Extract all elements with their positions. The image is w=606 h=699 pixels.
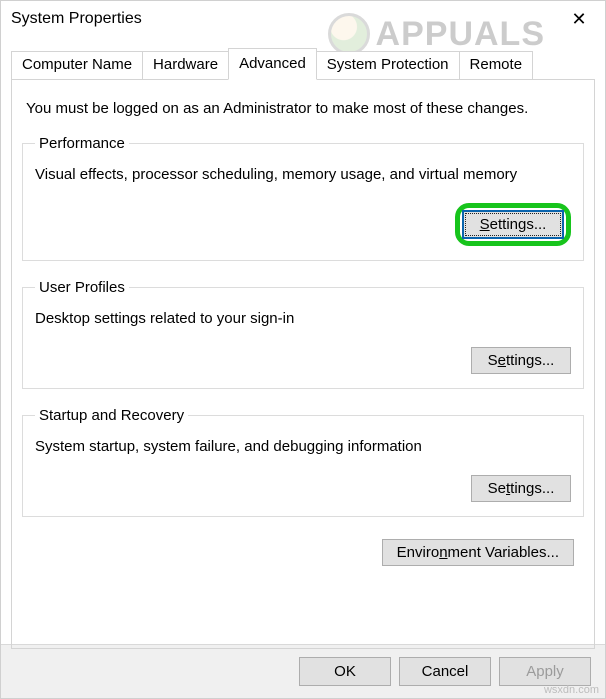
titlebar: System Properties ✕ [1,1,605,37]
tab-system-protection[interactable]: System Protection [316,51,460,79]
startup-recovery-settings-button[interactable]: Settings... [471,475,571,502]
close-icon: ✕ [571,9,586,30]
performance-group: Performance Visual effects, processor sc… [22,135,584,261]
tab-strip: Computer Name Hardware Advanced System P… [11,47,595,79]
cancel-button[interactable]: Cancel [399,657,491,686]
performance-legend: Performance [35,135,129,152]
tab-advanced[interactable]: Advanced [228,48,317,80]
tab-remote[interactable]: Remote [459,51,534,79]
startup-recovery-desc: System startup, system failure, and debu… [35,438,571,455]
ok-button[interactable]: OK [299,657,391,686]
environment-variables-button[interactable]: Environment Variables... [382,539,574,566]
user-profiles-legend: User Profiles [35,279,129,296]
user-profiles-settings-button[interactable]: Settings... [471,347,571,374]
window-title: System Properties [11,10,142,28]
tab-hardware[interactable]: Hardware [142,51,229,79]
performance-settings-button[interactable]: Settings... [462,210,564,239]
startup-recovery-group: Startup and Recovery System startup, sys… [22,407,584,517]
close-button[interactable]: ✕ [561,4,597,34]
tab-computer-name[interactable]: Computer Name [11,51,143,79]
system-properties-window: System Properties ✕ APPUALS Computer Nam… [0,0,606,699]
intro-text: You must be logged on as an Administrato… [26,100,580,117]
apply-button[interactable]: Apply [499,657,591,686]
dialog-footer: OK Cancel Apply [1,644,605,698]
startup-recovery-legend: Startup and Recovery [35,407,188,424]
user-profiles-group: User Profiles Desktop settings related t… [22,279,584,389]
highlight-annotation: Settings... [455,203,571,246]
user-profiles-desc: Desktop settings related to your sign-in [35,310,571,327]
performance-desc: Visual effects, processor scheduling, me… [35,166,571,183]
content-area: Computer Name Hardware Advanced System P… [1,47,605,649]
advanced-panel: You must be logged on as an Administrato… [11,79,595,649]
